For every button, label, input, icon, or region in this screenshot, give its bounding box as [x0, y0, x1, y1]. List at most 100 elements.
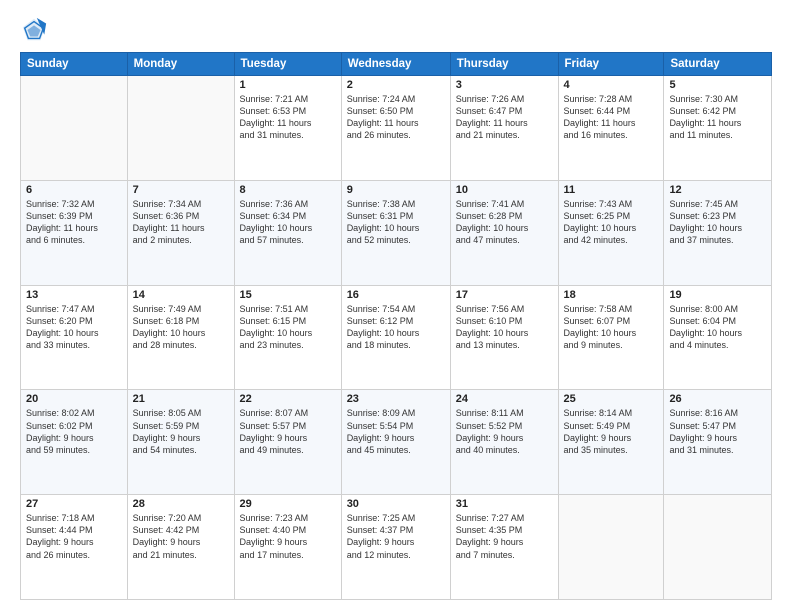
day-number: 16: [347, 289, 445, 301]
calendar-body: 1Sunrise: 7:21 AM Sunset: 6:53 PM Daylig…: [21, 76, 772, 600]
calendar-cell: [558, 495, 664, 600]
day-info: Sunrise: 7:25 AM Sunset: 4:37 PM Dayligh…: [347, 512, 445, 561]
day-number: 6: [26, 184, 122, 196]
day-info: Sunrise: 7:38 AM Sunset: 6:31 PM Dayligh…: [347, 198, 445, 247]
day-info: Sunrise: 7:51 AM Sunset: 6:15 PM Dayligh…: [240, 303, 336, 352]
calendar-cell: [664, 495, 772, 600]
day-number: 8: [240, 184, 336, 196]
calendar-cell: 4Sunrise: 7:28 AM Sunset: 6:44 PM Daylig…: [558, 76, 664, 181]
day-info: Sunrise: 7:49 AM Sunset: 6:18 PM Dayligh…: [133, 303, 229, 352]
calendar-cell: [127, 76, 234, 181]
weekday-header: Saturday: [664, 53, 772, 76]
day-info: Sunrise: 7:18 AM Sunset: 4:44 PM Dayligh…: [26, 512, 122, 561]
calendar-cell: 30 Sunrise: 7:25 AM Sunset: 4:37 PM Dayli…: [341, 495, 450, 600]
calendar-cell: 13 Sunrise: 7:47 AM Sunset: 6:20 PM Dayli…: [21, 285, 128, 390]
day-number: 23: [347, 393, 445, 405]
day-info: Sunrise: 8:14 AM Sunset: 5:49 PM Dayligh…: [564, 407, 659, 456]
calendar-cell: 18Sunrise: 7:58 AM Sunset: 6:07 PM Dayli…: [558, 285, 664, 390]
calendar-cell: 5Sunrise: 7:30 AM Sunset: 6:42 PM Daylig…: [664, 76, 772, 181]
calendar-cell: 15Sunrise: 7:51 AM Sunset: 6:15 PM Dayli…: [234, 285, 341, 390]
day-number: 27: [26, 498, 122, 510]
logo-icon: [20, 16, 48, 44]
calendar-cell: 10 Sunrise: 7:41 AM Sunset: 6:28 PM Dayli…: [450, 180, 558, 285]
calendar-cell: 27 Sunrise: 7:18 AM Sunset: 4:44 PM Dayli…: [21, 495, 128, 600]
calendar-cell: 8 Sunrise: 7:36 AM Sunset: 6:34 PM Daylig…: [234, 180, 341, 285]
calendar-cell: 22 Sunrise: 8:07 AM Sunset: 5:57 PM Dayli…: [234, 390, 341, 495]
header-row: SundayMondayTuesdayWednesdayThursdayFrid…: [21, 53, 772, 76]
day-info: Sunrise: 8:16 AM Sunset: 5:47 PM Dayligh…: [669, 407, 766, 456]
calendar-cell: 20Sunrise: 8:02 AM Sunset: 6:02 PM Dayli…: [21, 390, 128, 495]
weekday-header: Monday: [127, 53, 234, 76]
day-info: Sunrise: 7:28 AM Sunset: 6:44 PM Dayligh…: [564, 93, 659, 142]
day-info: Sunrise: 8:02 AM Sunset: 6:02 PM Dayligh…: [26, 407, 122, 456]
day-info: Sunrise: 7:23 AM Sunset: 4:40 PM Dayligh…: [240, 512, 336, 561]
calendar: SundayMondayTuesdayWednesdayThursdayFrid…: [20, 52, 772, 600]
calendar-cell: 6 Sunrise: 7:32 AM Sunset: 6:39 PM Daylig…: [21, 180, 128, 285]
day-info: Sunrise: 7:26 AM Sunset: 6:47 PM Dayligh…: [456, 93, 553, 142]
calendar-cell: 16 Sunrise: 7:54 AM Sunset: 6:12 PM Dayli…: [341, 285, 450, 390]
calendar-cell: 2 Sunrise: 7:24 AM Sunset: 6:50 PM Daylig…: [341, 76, 450, 181]
calendar-week-row: 13 Sunrise: 7:47 AM Sunset: 6:20 PM Dayli…: [21, 285, 772, 390]
day-number: 19: [669, 289, 766, 301]
day-info: Sunrise: 7:54 AM Sunset: 6:12 PM Dayligh…: [347, 303, 445, 352]
calendar-cell: 19 Sunrise: 8:00 AM Sunset: 6:04 PM Dayli…: [664, 285, 772, 390]
calendar-cell: [21, 76, 128, 181]
day-info: Sunrise: 7:21 AM Sunset: 6:53 PM Dayligh…: [240, 93, 336, 142]
calendar-cell: 26 Sunrise: 8:16 AM Sunset: 5:47 PM Dayli…: [664, 390, 772, 495]
calendar-cell: 29 Sunrise: 7:23 AM Sunset: 4:40 PM Dayli…: [234, 495, 341, 600]
header: [20, 16, 772, 44]
day-number: 2: [347, 79, 445, 91]
calendar-week-row: 1Sunrise: 7:21 AM Sunset: 6:53 PM Daylig…: [21, 76, 772, 181]
calendar-week-row: 20Sunrise: 8:02 AM Sunset: 6:02 PM Dayli…: [21, 390, 772, 495]
day-number: 25: [564, 393, 659, 405]
day-number: 28: [133, 498, 229, 510]
calendar-cell: 12Sunrise: 7:45 AM Sunset: 6:23 PM Dayli…: [664, 180, 772, 285]
calendar-cell: 28 Sunrise: 7:20 AM Sunset: 4:42 PM Dayli…: [127, 495, 234, 600]
calendar-cell: 25 Sunrise: 8:14 AM Sunset: 5:49 PM Dayli…: [558, 390, 664, 495]
day-number: 13: [26, 289, 122, 301]
day-number: 31: [456, 498, 553, 510]
day-number: 26: [669, 393, 766, 405]
day-number: 10: [456, 184, 553, 196]
day-number: 22: [240, 393, 336, 405]
logo: [20, 16, 52, 44]
day-info: Sunrise: 7:45 AM Sunset: 6:23 PM Dayligh…: [669, 198, 766, 247]
day-number: 9: [347, 184, 445, 196]
calendar-cell: 9 Sunrise: 7:38 AM Sunset: 6:31 PM Daylig…: [341, 180, 450, 285]
calendar-week-row: 27 Sunrise: 7:18 AM Sunset: 4:44 PM Dayli…: [21, 495, 772, 600]
day-number: 14: [133, 289, 229, 301]
day-info: Sunrise: 8:07 AM Sunset: 5:57 PM Dayligh…: [240, 407, 336, 456]
weekday-header: Wednesday: [341, 53, 450, 76]
calendar-table: SundayMondayTuesdayWednesdayThursdayFrid…: [20, 52, 772, 600]
day-info: Sunrise: 7:47 AM Sunset: 6:20 PM Dayligh…: [26, 303, 122, 352]
day-info: Sunrise: 7:32 AM Sunset: 6:39 PM Dayligh…: [26, 198, 122, 247]
calendar-cell: 11Sunrise: 7:43 AM Sunset: 6:25 PM Dayli…: [558, 180, 664, 285]
day-number: 29: [240, 498, 336, 510]
day-info: Sunrise: 8:05 AM Sunset: 5:59 PM Dayligh…: [133, 407, 229, 456]
day-number: 30: [347, 498, 445, 510]
day-info: Sunrise: 7:20 AM Sunset: 4:42 PM Dayligh…: [133, 512, 229, 561]
day-info: Sunrise: 7:41 AM Sunset: 6:28 PM Dayligh…: [456, 198, 553, 247]
day-info: Sunrise: 7:27 AM Sunset: 4:35 PM Dayligh…: [456, 512, 553, 561]
day-info: Sunrise: 7:24 AM Sunset: 6:50 PM Dayligh…: [347, 93, 445, 142]
day-number: 7: [133, 184, 229, 196]
day-info: Sunrise: 8:00 AM Sunset: 6:04 PM Dayligh…: [669, 303, 766, 352]
calendar-cell: 1Sunrise: 7:21 AM Sunset: 6:53 PM Daylig…: [234, 76, 341, 181]
day-info: Sunrise: 7:56 AM Sunset: 6:10 PM Dayligh…: [456, 303, 553, 352]
weekday-header: Friday: [558, 53, 664, 76]
calendar-cell: 3 Sunrise: 7:26 AM Sunset: 6:47 PM Daylig…: [450, 76, 558, 181]
day-number: 24: [456, 393, 553, 405]
day-info: Sunrise: 7:36 AM Sunset: 6:34 PM Dayligh…: [240, 198, 336, 247]
calendar-cell: 7Sunrise: 7:34 AM Sunset: 6:36 PM Daylig…: [127, 180, 234, 285]
day-info: Sunrise: 7:43 AM Sunset: 6:25 PM Dayligh…: [564, 198, 659, 247]
day-info: Sunrise: 7:30 AM Sunset: 6:42 PM Dayligh…: [669, 93, 766, 142]
day-info: Sunrise: 8:11 AM Sunset: 5:52 PM Dayligh…: [456, 407, 553, 456]
weekday-header: Thursday: [450, 53, 558, 76]
day-number: 3: [456, 79, 553, 91]
day-number: 21: [133, 393, 229, 405]
day-info: Sunrise: 8:09 AM Sunset: 5:54 PM Dayligh…: [347, 407, 445, 456]
calendar-cell: 14 Sunrise: 7:49 AM Sunset: 6:18 PM Dayli…: [127, 285, 234, 390]
calendar-cell: 31 Sunrise: 7:27 AM Sunset: 4:35 PM Dayli…: [450, 495, 558, 600]
weekday-header: Sunday: [21, 53, 128, 76]
calendar-week-row: 6 Sunrise: 7:32 AM Sunset: 6:39 PM Daylig…: [21, 180, 772, 285]
